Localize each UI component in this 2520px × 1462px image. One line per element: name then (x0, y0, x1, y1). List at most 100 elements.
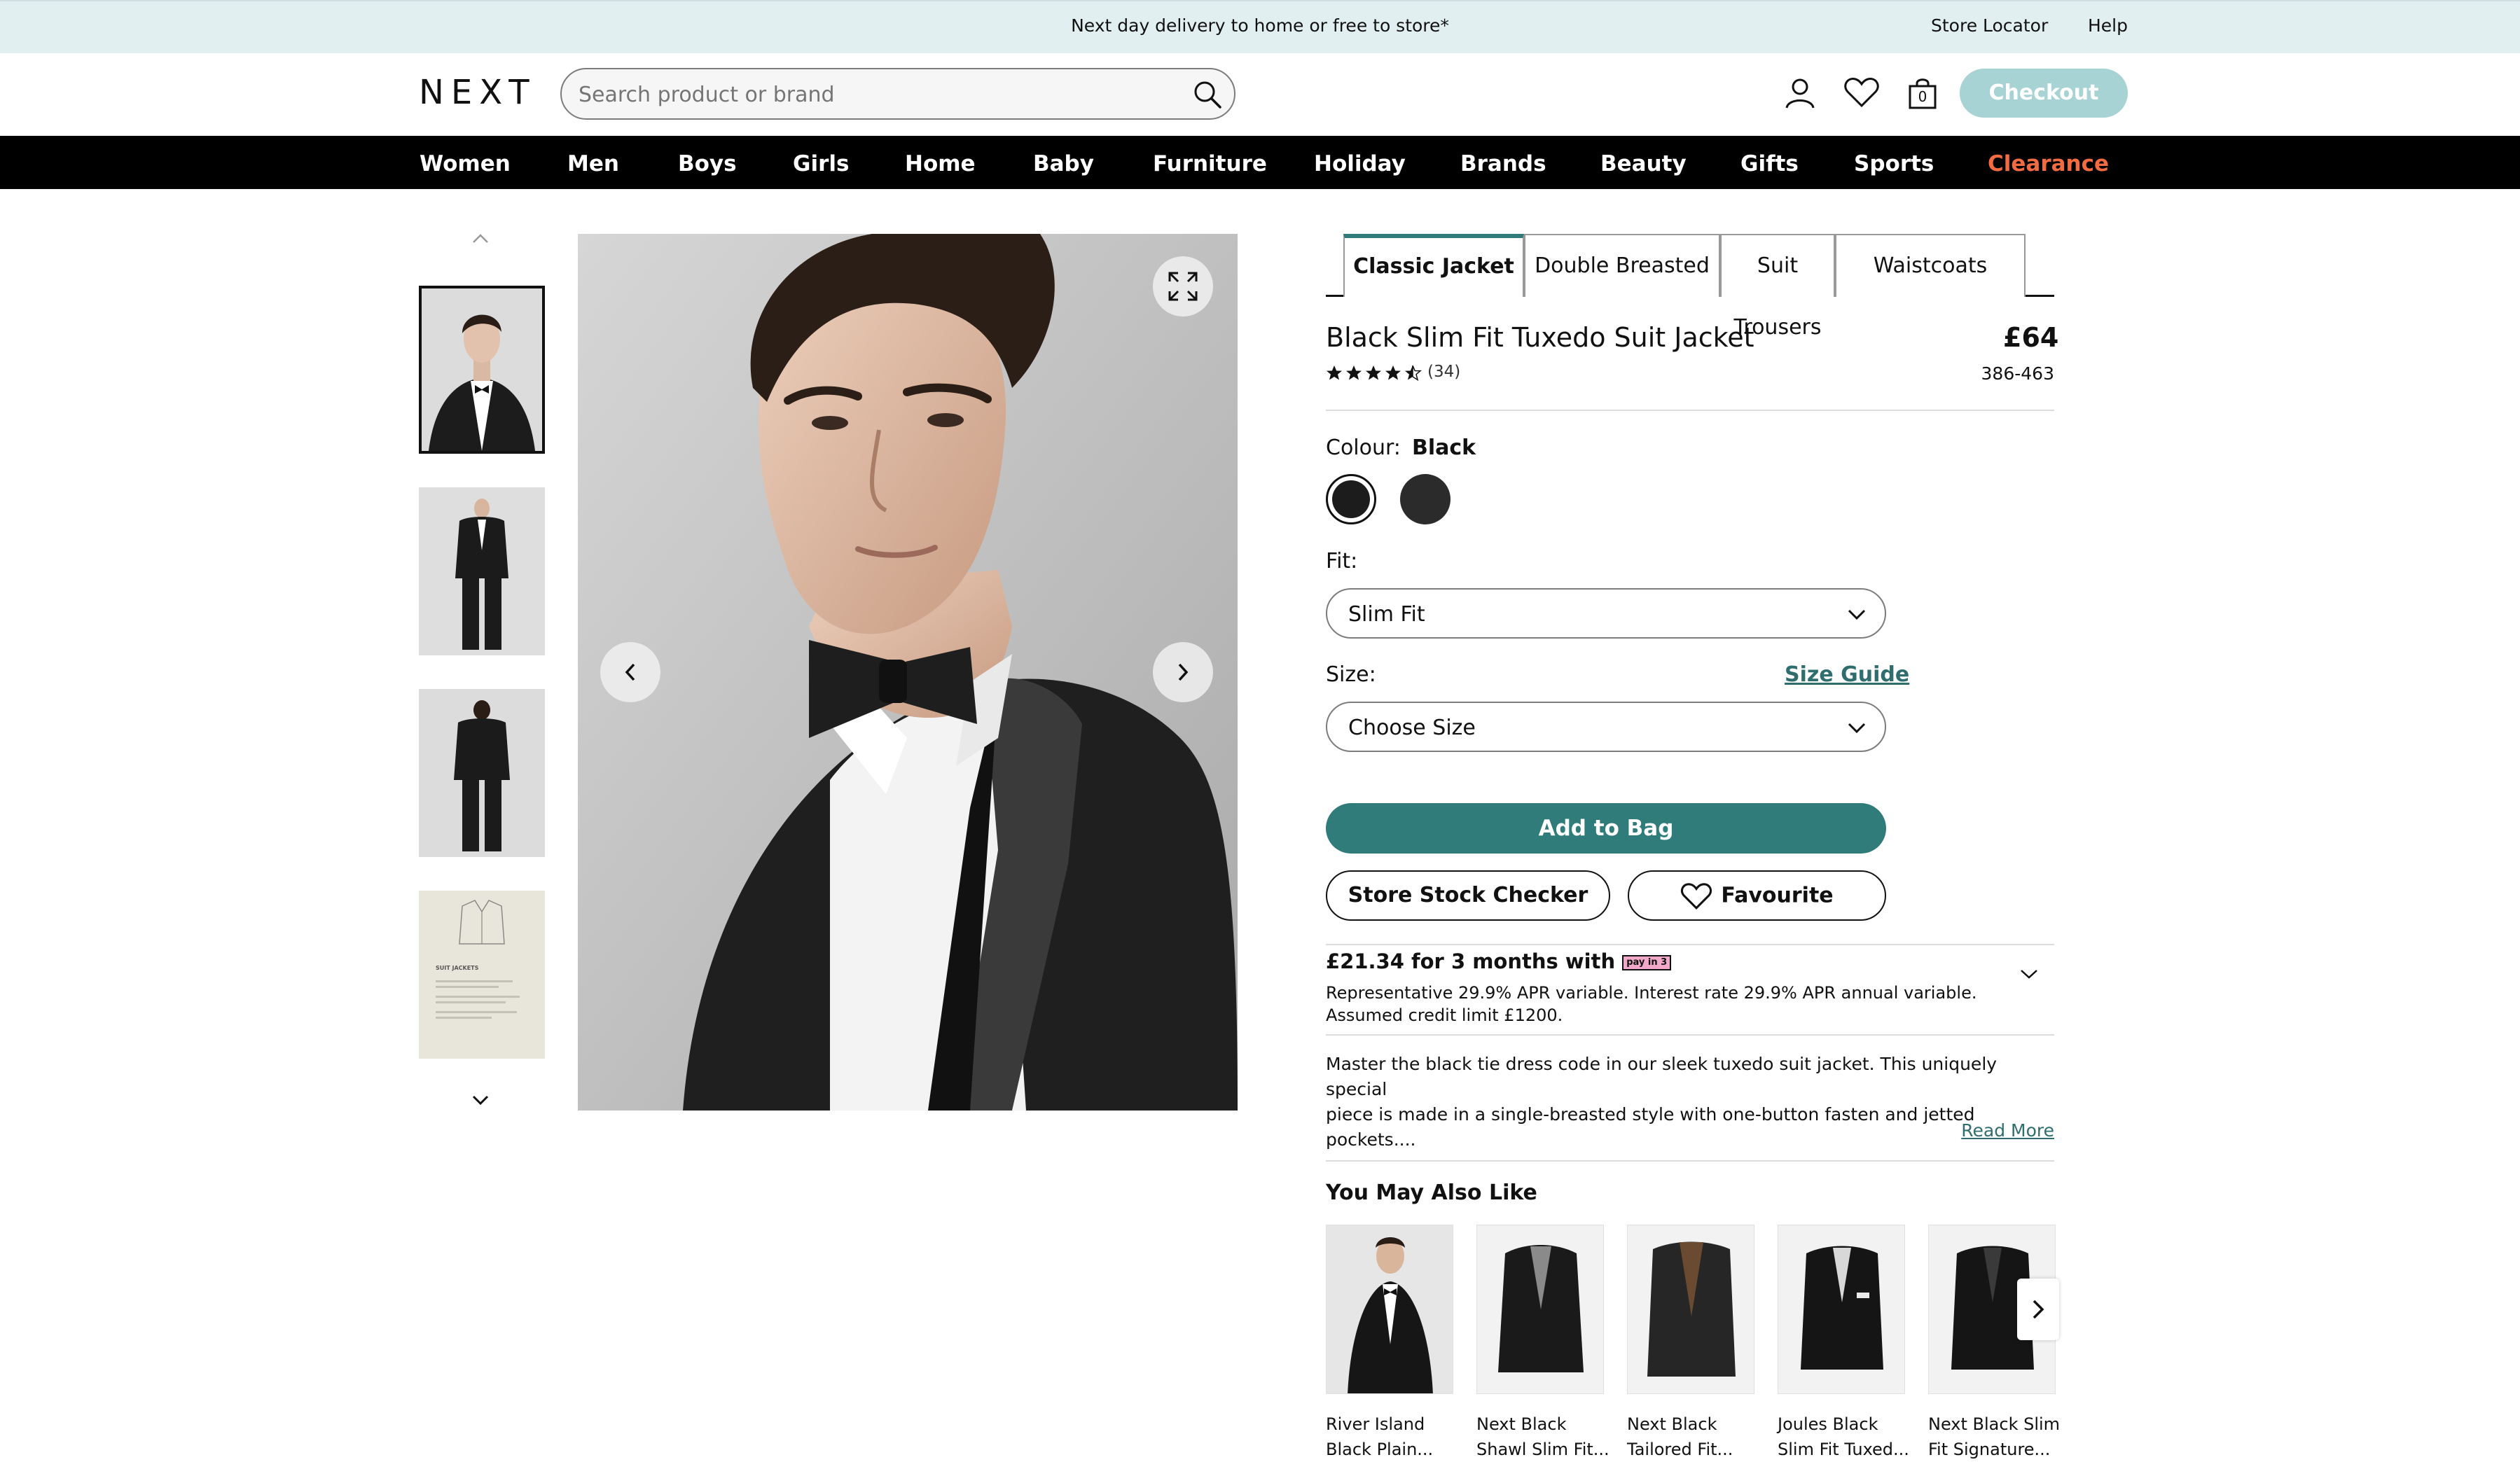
colour-value: Black (1412, 436, 1476, 460)
main-product-image[interactable] (578, 234, 1238, 1111)
heart-icon (1680, 882, 1712, 910)
recommendation-name-line: Next Black Slim (1928, 1414, 2061, 1434)
fit-select-value: Slim Fit (1348, 602, 1425, 627)
nav-item-boys[interactable]: Boys (678, 151, 737, 176)
expand-image-button[interactable] (1153, 256, 1213, 316)
recommendation-image-2[interactable] (1476, 1225, 1604, 1394)
fit-label: Fit: (1326, 549, 1358, 573)
nav-item-beauty[interactable]: Beauty (1600, 151, 1687, 176)
recommendation-name-line: Slim Fit Tuxed... (1778, 1440, 1909, 1459)
store-locator-link[interactable]: Store Locator (1931, 15, 2048, 36)
divider (1326, 1034, 2054, 1036)
pay-in-3-detail-2: Assumed credit limit £1200. (1326, 1005, 1563, 1025)
recommendation-name-5[interactable]: Next Black Slim Fit Signature... (1928, 1412, 2061, 1462)
nav-item-gifts[interactable]: Gifts (1740, 151, 1799, 176)
recommendation-name-1[interactable]: River Island Black Plain... (1326, 1412, 1459, 1462)
search-icon[interactable] (1192, 79, 1223, 110)
bag-count: 0 (1918, 88, 1927, 105)
thumbnail-1[interactable] (419, 286, 545, 454)
review-count[interactable]: (34) (1427, 363, 1460, 381)
nav-item-furniture[interactable]: Furniture (1153, 151, 1267, 176)
recommendation-name-line: Tailored Fit... (1627, 1440, 1733, 1459)
search-bar[interactable] (560, 68, 1235, 120)
favourite-button[interactable]: Favourite (1628, 870, 1886, 921)
read-more-link[interactable]: Read More (1961, 1120, 2054, 1141)
recommendation-image-3[interactable] (1627, 1225, 1754, 1394)
thumbnail-2[interactable] (419, 487, 545, 655)
nav-item-baby[interactable]: Baby (1033, 151, 1094, 176)
chevron-right-icon (2033, 1300, 2044, 1319)
nav-item-girls[interactable]: Girls (793, 151, 849, 176)
product-description: Master the black tie dress code in our s… (1326, 1052, 2054, 1153)
star-rating-icon (1327, 365, 1422, 382)
size-select-value: Choose Size (1348, 716, 1476, 740)
recommendation-name-2[interactable]: Next Black Shawl Slim Fit... (1476, 1412, 1609, 1462)
size-guide-thumb-heading: SUIT JACKETS (436, 965, 479, 971)
recommendation-name-line: Next Black (1476, 1414, 1567, 1434)
nav-item-women[interactable]: Women (420, 151, 511, 176)
nav-item-home[interactable]: Home (905, 151, 976, 176)
product-title: Black Slim Fit Tuxedo Suit Jacket (1326, 322, 1754, 353)
colour-swatch-black[interactable] (1326, 474, 1376, 524)
recommendation-name-line: Black Plain... (1326, 1440, 1434, 1459)
recommendation-name-line: Joules Black (1778, 1414, 1878, 1434)
expand-icon (1168, 272, 1198, 301)
description-line-1: Master the black tie dress code in our s… (1326, 1054, 1998, 1099)
thumbnail-4-size-guide[interactable]: SUIT JACKETS (419, 891, 545, 1059)
search-input[interactable] (577, 82, 1151, 107)
recommendation-image-1[interactable] (1326, 1225, 1453, 1394)
store-stock-checker-button[interactable]: Store Stock Checker (1326, 870, 1610, 921)
nav-item-holiday[interactable]: Holiday (1314, 151, 1406, 176)
recommendation-name-4[interactable]: Joules Black Slim Fit Tuxed... (1778, 1412, 1911, 1462)
account-icon[interactable] (1785, 77, 1815, 109)
nav-item-men[interactable]: Men (567, 151, 619, 176)
recommendation-name-line: River Island (1326, 1414, 1425, 1434)
size-guide-link[interactable]: Size Guide (1785, 662, 1909, 687)
nav-item-brands[interactable]: Brands (1460, 151, 1546, 176)
divider (1326, 410, 2054, 411)
pay-in-3-badge: pay in 3 (1622, 955, 1672, 970)
recommendation-name-line: Next Black (1627, 1414, 1717, 1434)
chevron-down-icon (1848, 609, 1866, 620)
previous-image-button[interactable] (600, 642, 660, 702)
next-image-button[interactable] (1153, 642, 1213, 702)
chevron-down-icon (1848, 723, 1866, 734)
thumbs-up-arrow-icon[interactable] (469, 231, 492, 246)
nav-item-sports[interactable]: Sports (1854, 151, 1934, 176)
size-label: Size: (1326, 662, 1376, 687)
chevron-right-icon (1178, 663, 1189, 681)
recommendations-next-button[interactable] (2017, 1279, 2059, 1340)
product-price: £64 (2003, 322, 2059, 353)
colour-swatch-charcoal[interactable] (1400, 474, 1451, 524)
tab-waistcoats[interactable]: Waistcoats (1835, 234, 2026, 297)
description-line-2: piece is made in a single-breasted style… (1326, 1104, 1975, 1150)
recommendation-name-line: Shawl Slim Fit... (1476, 1440, 1609, 1459)
recommendation-image-4[interactable] (1778, 1225, 1905, 1394)
checkout-button[interactable]: Checkout (1960, 69, 2128, 118)
pay-in-3-text: £21.34 for 3 months with (1326, 949, 1616, 973)
favourite-label: Favourite (1721, 883, 1834, 908)
add-to-bag-button[interactable]: Add to Bag (1326, 803, 1886, 854)
tab-suit-trousers[interactable]: Suit Trousers (1720, 234, 1835, 340)
fit-select[interactable]: Slim Fit (1326, 588, 1886, 639)
next-logo[interactable]: NEXT (419, 73, 536, 112)
help-link[interactable]: Help (2088, 15, 2128, 36)
thumbnail-3[interactable] (419, 689, 545, 857)
divider (1326, 1160, 2054, 1162)
pay-in-3-detail-1: Representative 29.9% APR variable. Inter… (1326, 983, 1977, 1003)
tab-classic-jacket[interactable]: Classic Jacket (1343, 234, 1524, 297)
nav-item-clearance[interactable]: Clearance (1988, 151, 2109, 176)
chevron-left-icon (625, 663, 635, 681)
chevron-down-icon[interactable] (2019, 966, 2040, 982)
recommendation-name-line: Fit Signature... (1928, 1440, 2051, 1459)
thumbs-down-arrow-icon[interactable] (469, 1092, 492, 1108)
divider (1326, 944, 2054, 945)
recommendation-name-3[interactable]: Next Black Tailored Fit... (1627, 1412, 1760, 1462)
pay-in-3-headline[interactable]: £21.34 for 3 months with pay in 3 (1326, 949, 1672, 973)
you-may-also-like-title: You May Also Like (1326, 1181, 1537, 1205)
size-select[interactable]: Choose Size (1326, 702, 1886, 752)
delivery-message[interactable]: Next day delivery to home or free to sto… (0, 15, 2520, 36)
heart-icon[interactable] (1843, 77, 1880, 108)
item-code: 386-463 (1981, 363, 2054, 384)
tab-double-breasted[interactable]: Double Breasted (1524, 234, 1720, 297)
